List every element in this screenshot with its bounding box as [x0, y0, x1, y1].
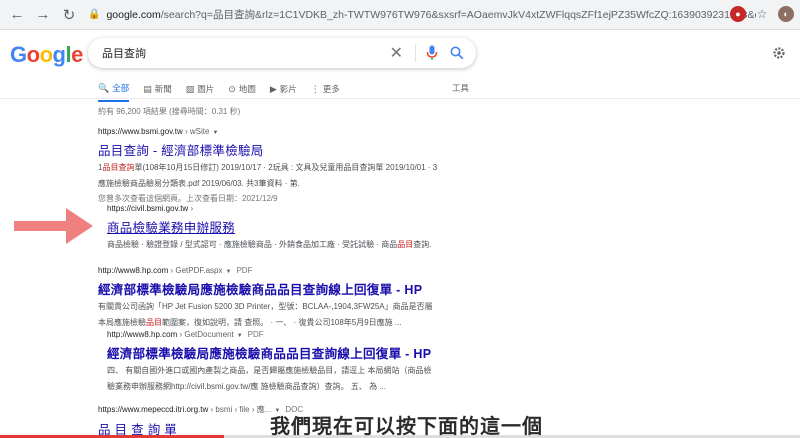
browser-toolbar: ← → ↻ 🔒 google.com/search?q=品目查詢&rlz=1C1…	[0, 0, 800, 30]
url-host: google.com	[106, 9, 161, 21]
map-pin-icon: ⊙	[228, 83, 236, 94]
menu-triangle-icon[interactable]: ▼	[237, 333, 243, 339]
back-arrow-icon[interactable]: ←	[6, 4, 28, 26]
result-url[interactable]: https://www.bsmi.gov.tw › wSite ▼	[98, 127, 437, 136]
result-snippet: 商品檢驗 · 驗證登錄 / 型式認可 · 應施檢驗商品 · 外銷食品加工廠 · …	[107, 240, 432, 249]
tab-label: 新聞	[154, 84, 172, 94]
search-result-sub: https://civil.bsmi.gov.tw › 商品檢驗業務申辦服務 商…	[107, 204, 431, 252]
microphone-icon[interactable]	[426, 45, 438, 61]
file-type-tag: PDF	[247, 330, 264, 339]
result-title-link[interactable]: 品目查詢 - 經濟部標準檢驗局	[98, 140, 437, 159]
tab-label: 全部	[112, 83, 130, 93]
search-icon: 🔍	[98, 82, 110, 93]
menu-triangle-icon[interactable]: ▼	[212, 130, 218, 136]
search-tabs: 🔍 全部 ▤ 新聞 ▨ 圖片 ⊙ 地圖 ▶ 影片 ⋮ 更多	[98, 82, 354, 102]
result-url[interactable]: https://civil.bsmi.gov.tw ›	[107, 204, 431, 213]
video-icon: ▶	[269, 83, 277, 94]
google-logo[interactable]: Google	[10, 42, 83, 68]
star-icon[interactable]: ☆	[754, 6, 770, 22]
search-divider	[415, 44, 416, 62]
video-subtitle: 我們現在可以按下面的這一個	[270, 414, 543, 438]
result-title-link[interactable]: 商品檢驗業務申辦服務	[107, 217, 431, 236]
profile-avatar-icon[interactable]: ◐	[778, 6, 794, 22]
file-type-tag: PDF	[236, 266, 253, 275]
lock-icon: 🔒	[88, 9, 101, 20]
result-stats: 約有 96,200 項結果 (搜尋時間：0.31 秒)	[98, 107, 241, 116]
tab-images[interactable]: ▨ 圖片	[186, 82, 215, 102]
gear-icon[interactable]	[772, 46, 786, 60]
result-snippet: 應施檢驗商品驗易分類表.pdf 2019/06/03. 共3筆資料 · 第.	[98, 178, 300, 188]
reload-icon[interactable]: ↻	[58, 4, 80, 26]
search-icon[interactable]	[450, 46, 464, 60]
tab-news[interactable]: ▤ 新聞	[143, 82, 172, 102]
result-url[interactable]: http://www8.hp.com › GetDocument ▼ PDF	[107, 330, 431, 339]
tab-label: 地圖	[238, 84, 256, 94]
result-snippet: 四、 有關自國外進口或國內產製之商品，是否歸屬應施檢驗品目，請逕上 本局網站（商…	[107, 366, 432, 375]
result-title-link[interactable]: 經濟部標準檢驗局應施檢驗商品品目查詢線上回復單 - HP	[98, 279, 433, 298]
image-icon: ▨	[185, 83, 195, 94]
result-snippet: 有關貴公司函詢「HP Jet Fusion 5200 3D Printer，型號…	[98, 302, 433, 311]
extension-icon[interactable]: ●	[730, 6, 746, 22]
result-snippet: 1品目查詢單(108年10月15日修訂) 2019/10/17 · 2玩具 : …	[98, 163, 438, 172]
tab-maps[interactable]: ⊙ 地圖	[228, 82, 256, 102]
tab-label: 影片	[279, 84, 297, 94]
pointer-arrow-icon	[14, 208, 93, 244]
address-bar[interactable]: google.com/search?q=品目查詢&rlz=1C1VDKB_zh-…	[106, 7, 756, 22]
search-result: http://www8.hp.com › GetPDF.aspx ▼ PDF 經濟部…	[98, 266, 433, 329]
tab-label: 圖片	[197, 84, 215, 94]
clear-icon[interactable]: ✕	[390, 43, 403, 63]
result-snippet: 驗業務申辦服務網http://civil.bsmi.gov.tw/應 施檢驗商品…	[107, 381, 386, 391]
menu-triangle-icon[interactable]: ▼	[226, 269, 232, 275]
tab-all[interactable]: 🔍 全部	[98, 82, 130, 102]
news-icon: ▤	[143, 83, 152, 94]
result-snippet: 本局應施檢驗品目範圍案，復如說明，請 查照。 · 一、 · 復貴公司108年5月…	[98, 317, 402, 327]
tab-videos[interactable]: ▶ 影片	[270, 82, 297, 102]
result-url[interactable]: http://www8.hp.com › GetPDF.aspx ▼ PDF	[98, 266, 433, 275]
tools-button[interactable]: 工具	[452, 82, 469, 94]
search-box[interactable]: 品目查詢 ✕	[88, 38, 476, 68]
url-path: /search?q=品目查詢&rlz=1C1VDKB_zh-TWTW976TW9…	[160, 9, 757, 21]
search-result: https://www.bsmi.gov.tw › wSite ▼ 品目查詢 - …	[98, 127, 437, 206]
result-title-link[interactable]: 經濟部標準檢驗局應施檢驗商品品目查詢線上回復單 - HP	[107, 343, 431, 362]
forward-arrow-icon[interactable]: →	[32, 4, 54, 26]
more-icon: ⋮	[310, 83, 320, 94]
tab-label: 更多	[322, 84, 340, 94]
tabs-divider	[0, 98, 800, 99]
search-input[interactable]: 品目查詢	[102, 45, 390, 61]
tab-more[interactable]: ⋮ 更多	[311, 82, 340, 102]
search-result-sub: http://www8.hp.com › GetDocument ▼ PDF 經濟部…	[107, 330, 431, 393]
